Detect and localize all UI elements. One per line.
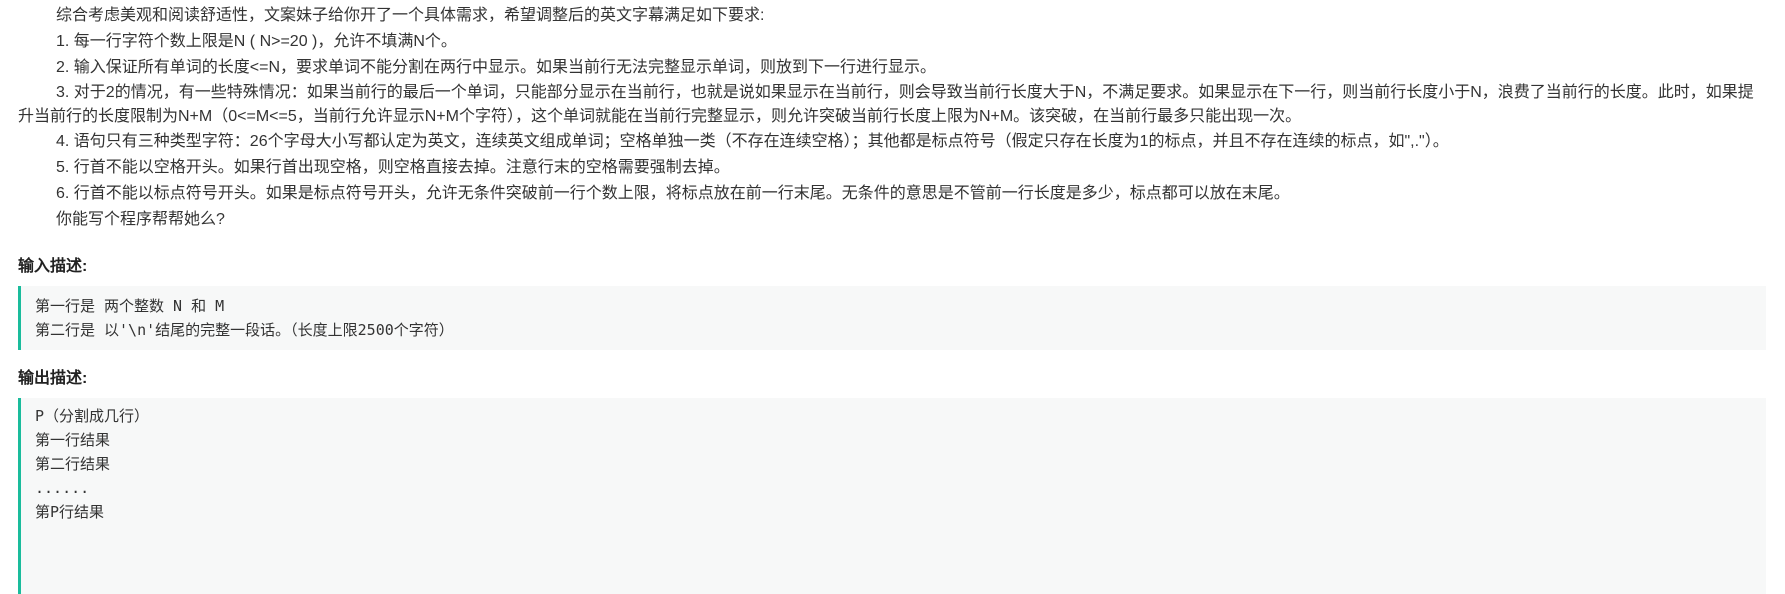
output-line-2: 第一行结果 bbox=[35, 431, 111, 449]
output-line-4: ...... bbox=[35, 479, 90, 497]
output-description-block: P（分割成几行） 第一行结果 第二行结果 ...... 第P行结果 bbox=[18, 398, 1766, 594]
rule-2: 2. 输入保证所有单词的长度<=N，要求单词不能分割在两行中显示。如果当前行无法… bbox=[56, 59, 937, 76]
rule-6: 6. 行首不能以标点符号开头。如果是标点符号开头，允许无条件突破前一行个数上限，… bbox=[56, 185, 1290, 202]
closing-question: 你能写个程序帮帮她么? bbox=[56, 211, 225, 228]
input-line-2: 第二行是 以'\n'结尾的完整一段话。（长度上限2500个字符） bbox=[35, 321, 454, 339]
problem-description: 综合考虑美观和阅读舒适性，文案妹子给你开了一个具体需求，希望调整后的英文字幕满足… bbox=[0, 0, 1785, 233]
rule-1: 1. 每一行字符个数上限是N ( N>=20 )，允许不填满N个。 bbox=[56, 33, 457, 50]
output-line-1: P（分割成几行） bbox=[35, 407, 150, 425]
input-description-block: 第一行是 两个整数 N 和 M 第二行是 以'\n'结尾的完整一段话。（长度上限… bbox=[18, 286, 1766, 350]
output-description-title: 输出描述: bbox=[18, 370, 88, 387]
input-line-1: 第一行是 两个整数 N 和 M bbox=[35, 297, 225, 315]
input-description-title: 输入描述: bbox=[18, 258, 88, 275]
intro-lead: 综合考虑美观和阅读舒适性，文案妹子给你开了一个具体需求，希望调整后的英文字幕满足… bbox=[56, 7, 765, 24]
rule-5: 5. 行首不能以空格开头。如果行首出现空格，则空格直接去掉。注意行末的空格需要强… bbox=[56, 159, 730, 176]
output-line-5: 第P行结果 bbox=[35, 503, 105, 521]
rule-3: 3. 对于2的情况，有一些特殊情况：如果当前行的最后一个单词，只能部分显示在当前… bbox=[18, 84, 1754, 125]
output-line-3: 第二行结果 bbox=[35, 455, 111, 473]
rule-4: 4. 语句只有三种类型字符：26个字母大小写都认定为英文，连续英文组成单词；空格… bbox=[56, 133, 1449, 150]
